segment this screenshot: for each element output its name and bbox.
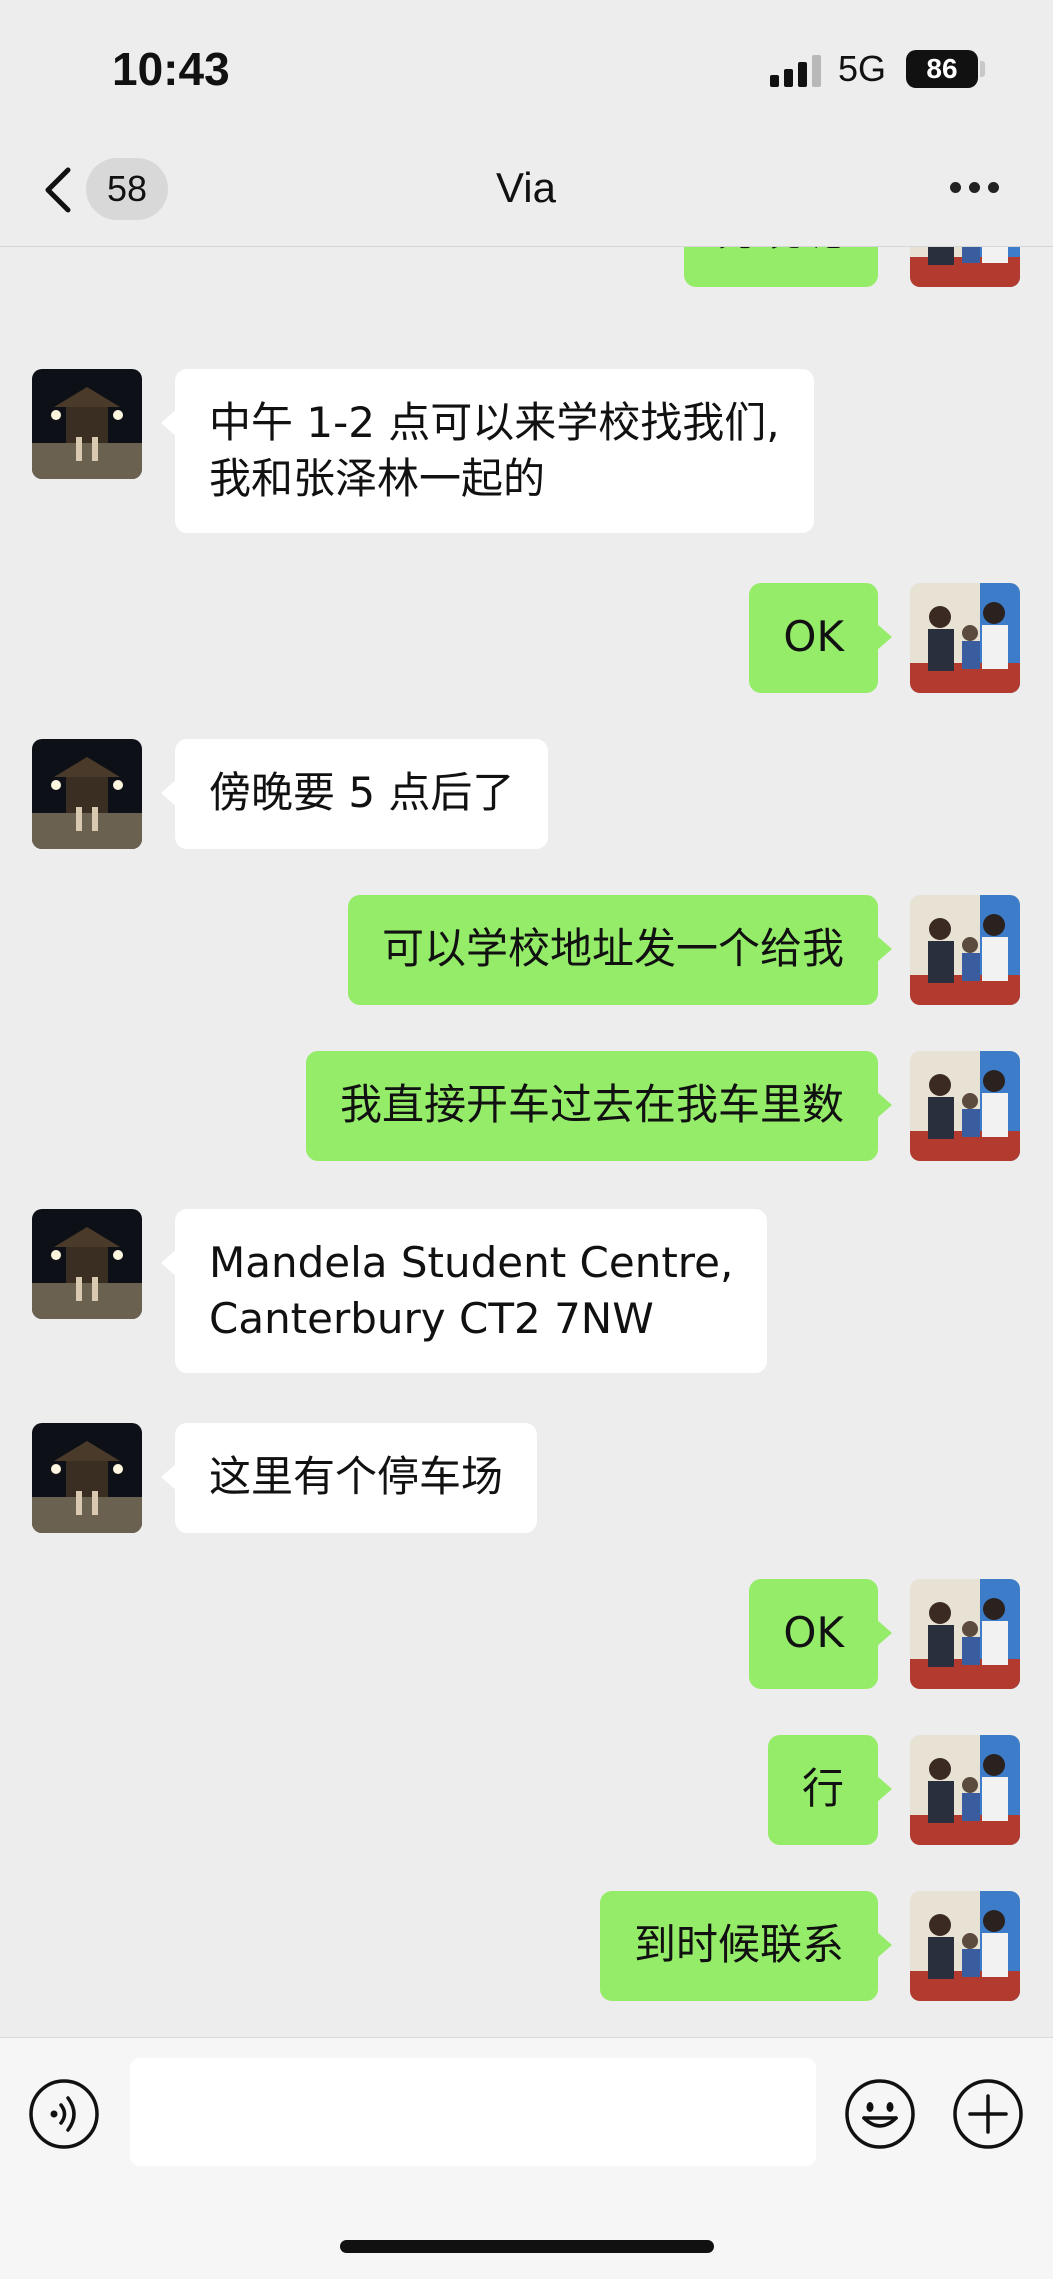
message-bubble[interactable]: 可以学校地址发一个给我 xyxy=(347,895,893,1005)
message-input[interactable] xyxy=(130,2058,816,2166)
home-indicator xyxy=(340,2240,714,2253)
contact-avatar[interactable] xyxy=(32,739,142,849)
chevron-left-icon xyxy=(45,167,71,213)
my-avatar[interactable] xyxy=(910,1735,1020,1845)
status-time: 10:43 xyxy=(112,43,230,95)
more-functions-button[interactable] xyxy=(952,2078,1024,2150)
signal-icon xyxy=(770,55,824,87)
message-bubble[interactable]: 到时候联系 xyxy=(599,1891,893,2001)
message-bubble[interactable]: 我直接开车过去在我车里数 xyxy=(305,1051,893,1161)
message-text: OK xyxy=(783,612,844,661)
message-text: OK xyxy=(783,1608,844,1657)
my-avatar[interactable] xyxy=(910,247,1020,287)
chat-title: Via xyxy=(496,164,556,211)
emoji-button[interactable] xyxy=(844,2078,916,2150)
message-text: 我和张泽林一起的 xyxy=(209,454,546,503)
message-text: 傍晚要 5 点后了 xyxy=(209,768,515,817)
message-text: 可以学校地址发一个给我 xyxy=(381,924,844,973)
message-text: Canterbury CT2 7NW xyxy=(209,1294,654,1343)
my-avatar[interactable] xyxy=(910,1579,1020,1689)
more-horizontal-icon xyxy=(950,182,961,193)
status-bar: 10:43 5G 86 xyxy=(0,0,1053,140)
unread-count-badge[interactable]: 58 xyxy=(86,158,168,220)
message-text: 这里有个停车场 xyxy=(209,1452,504,1501)
my-avatar[interactable] xyxy=(910,1891,1020,2001)
my-avatar[interactable] xyxy=(910,1051,1020,1161)
battery-icon: 86 xyxy=(906,50,978,88)
message-bubble[interactable]: Mandela Student Centre, Canterbury CT2 7N… xyxy=(160,1209,768,1373)
message-text: 我直接开车过去在我车里数 xyxy=(339,1080,844,1129)
contact-avatar[interactable] xyxy=(32,1209,142,1319)
message-bubble[interactable]: 行 xyxy=(767,1735,893,1845)
message-text: 到时候联系 xyxy=(633,1920,844,1969)
battery-cap xyxy=(980,61,985,77)
message-list[interactable]: 旁晚呢中午 1-2 点可以来学校找我们, 我和张泽林一起的 OK 傍晚要 5 点后了可… xyxy=(0,247,1053,2037)
message-bubble[interactable]: 这里有个停车场 xyxy=(160,1423,538,1533)
chat-header: 58 Via xyxy=(0,140,1053,247)
my-avatar[interactable] xyxy=(910,895,1020,1005)
contact-avatar[interactable] xyxy=(32,1423,142,1533)
back-button[interactable] xyxy=(40,160,80,220)
network-type: 5G xyxy=(838,48,887,89)
contact-avatar[interactable] xyxy=(32,369,142,479)
more-button[interactable] xyxy=(950,182,1000,196)
message-text: 中午 1-2 点可以来学校找我们, xyxy=(209,398,780,447)
voice-button[interactable] xyxy=(28,2078,100,2150)
message-bubble[interactable]: 傍晚要 5 点后了 xyxy=(160,739,549,849)
message-text: 行 xyxy=(801,1764,844,1813)
emoji-icon xyxy=(845,2079,915,2149)
message-text: 旁晚呢 xyxy=(718,247,844,259)
message-bubble[interactable]: OK xyxy=(749,583,892,693)
message-bubble[interactable]: 中午 1-2 点可以来学校找我们, 我和张泽林一起的 xyxy=(161,369,814,533)
message-text: Mandela Student Centre, xyxy=(209,1238,734,1287)
my-avatar[interactable] xyxy=(910,583,1020,693)
voice-icon xyxy=(29,2079,99,2149)
message-bubble[interactable]: 旁晚呢 xyxy=(683,247,878,287)
message-bubble[interactable]: OK xyxy=(749,1579,892,1689)
plus-icon xyxy=(953,2079,1023,2149)
